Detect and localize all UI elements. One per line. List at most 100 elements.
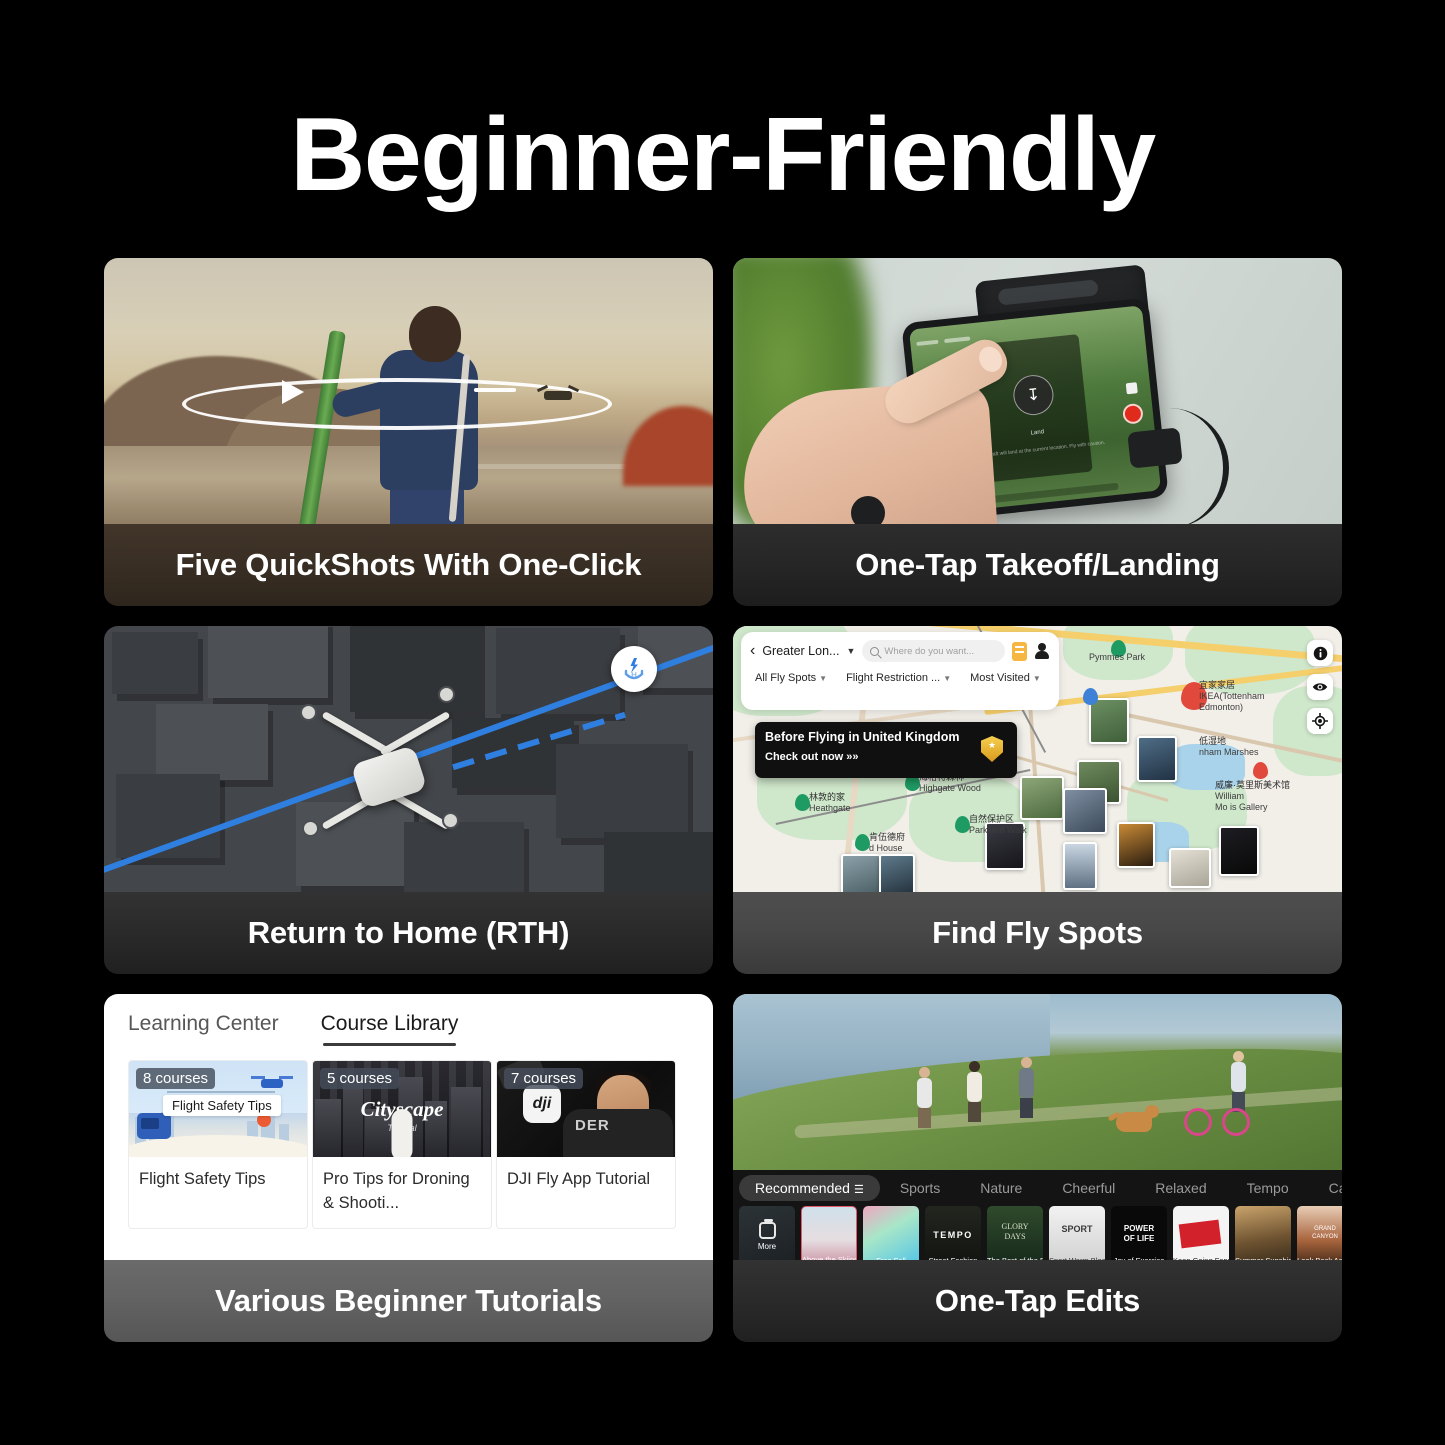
- learning-center-media: Learning Center Course Library 8 courses: [104, 994, 713, 1262]
- course-thumbnail: 7 courses dji: [497, 1061, 675, 1157]
- one-tap-edits-media: Recommended ☰ Sports Nature Cheerful Rela…: [733, 994, 1342, 1262]
- tent-shape: [623, 406, 713, 486]
- city-top-down-view: H: [104, 626, 713, 894]
- bicycle-figure: [1184, 1096, 1250, 1136]
- phone-scene: ↧ Land The aircraft will land at the cur…: [733, 258, 1342, 526]
- search-placeholder: Where do you want...: [884, 645, 975, 657]
- feature-card-find-fly-spots[interactable]: Pymmes Park 宜家家居 IKEA(Tottenham Edmonton) …: [733, 626, 1342, 974]
- callout-line: [167, 1091, 275, 1093]
- map-label-heathgate: 林敦的家 Heathgate: [809, 792, 851, 813]
- tab-cadent[interactable]: Cadent: [1309, 1175, 1342, 1201]
- tab-tempo[interactable]: Tempo: [1227, 1175, 1309, 1201]
- course-title: Pro Tips for Droning & Shooti...: [323, 1170, 470, 1212]
- template-category-tabs[interactable]: Recommended ☰ Sports Nature Cheerful Rela…: [733, 1170, 1342, 1206]
- map-canvas[interactable]: Pymmes Park 宜家家居 IKEA(Tottenham Edmonton) …: [733, 626, 1342, 894]
- learning-center-app[interactable]: Learning Center Course Library 8 courses: [104, 994, 713, 1262]
- learning-center-tabs[interactable]: Learning Center Course Library: [104, 994, 713, 1046]
- template-card[interactable]: GLORYDAYS The Best of the Days: [987, 1206, 1043, 1262]
- land-icon: ↧: [1025, 386, 1042, 405]
- tab-relaxed[interactable]: Relaxed: [1135, 1175, 1226, 1201]
- jar-icon: [758, 1219, 776, 1240]
- template-card[interactable]: Summer Sunshine: [1235, 1206, 1291, 1262]
- map-label-ikea: 宜家家居 IKEA(Tottenham Edmonton): [1199, 680, 1265, 712]
- template-card[interactable]: POWEROF LIFE Joy of Exercise: [1111, 1206, 1167, 1262]
- course-card[interactable]: 5 courses Cityscape Tutorial Pro Tips fo…: [312, 1060, 492, 1229]
- map-label-kenwood: 肯伍德府 d House: [869, 832, 906, 853]
- quickshots-media: [104, 258, 713, 526]
- course-card[interactable]: 7 courses dji DJI Fly App Tutorial: [496, 1060, 676, 1229]
- template-card[interactable]: GRANDCANYON Look Back Again: [1297, 1206, 1342, 1262]
- info-icon[interactable]: [1307, 640, 1333, 666]
- card-icon[interactable]: [1012, 641, 1027, 661]
- takeoff-landing-media: ↧ Land The aircraft will land at the cur…: [733, 258, 1342, 526]
- orbit-arrow-icon: [282, 380, 304, 404]
- template-card[interactable]: Keep Going Forward: [1173, 1206, 1229, 1262]
- filter-flight-restriction[interactable]: Flight Restriction ... ▼: [846, 672, 951, 684]
- template-rail[interactable]: More Above the Skiing Free Fall TEMPO TE…: [739, 1206, 1342, 1262]
- city-selector-label[interactable]: Greater Lon...: [762, 644, 839, 658]
- feature-card-quickshots[interactable]: Five QuickShots With One-Click: [104, 258, 713, 606]
- tab-recommended[interactable]: Recommended ☰: [739, 1175, 880, 1201]
- tab-cheerful[interactable]: Cheerful: [1042, 1175, 1135, 1201]
- template-card[interactable]: Above the Skiing: [801, 1206, 857, 1262]
- course-list[interactable]: 8 courses Flight Safety Tips Flight Safe…: [104, 1046, 713, 1229]
- template-card[interactable]: SPORT Sport Warm Blood: [1049, 1206, 1105, 1262]
- person-head: [409, 306, 461, 362]
- template-card[interactable]: Free Fall: [863, 1206, 919, 1262]
- person-figure: [967, 1061, 982, 1122]
- control-stick[interactable]: [851, 496, 885, 526]
- map-label-pymmes: Pymmes Park: [1089, 652, 1146, 662]
- controller-illustration-icon: [137, 1113, 171, 1139]
- tab-nature[interactable]: Nature: [960, 1175, 1042, 1201]
- banner-cta[interactable]: Check out now »»: [765, 751, 1007, 763]
- tab-course-library[interactable]: Course Library: [321, 1012, 458, 1046]
- locate-icon[interactable]: [1307, 708, 1333, 734]
- search-icon: [870, 646, 880, 656]
- flight-path-dash: [474, 388, 516, 392]
- beach-scene: [104, 258, 713, 526]
- feature-card-beginner-tutorials[interactable]: Learning Center Course Library 8 courses: [104, 994, 713, 1342]
- editor-app[interactable]: Recommended ☰ Sports Nature Cheerful Rela…: [733, 994, 1342, 1262]
- person-figure: [917, 1067, 932, 1128]
- feature-card-one-tap-edits[interactable]: Recommended ☰ Sports Nature Cheerful Rela…: [733, 994, 1342, 1342]
- svg-text:H: H: [631, 671, 637, 680]
- tab-sports[interactable]: Sports: [880, 1175, 960, 1201]
- more-templates-button[interactable]: More: [739, 1206, 795, 1262]
- controller-cable: [1165, 408, 1229, 526]
- eye-icon[interactable]: [1307, 674, 1333, 700]
- feature-card-takeoff-landing[interactable]: ↧ Land The aircraft will land at the cur…: [733, 258, 1342, 606]
- before-flying-banner[interactable]: Before Flying in United Kingdom Check ou…: [755, 722, 1017, 778]
- map-label-marshes: 低湿地 nham Marshes: [1199, 736, 1259, 757]
- chevron-down-icon[interactable]: ▼: [846, 646, 855, 656]
- fly-app-top-bar: [915, 318, 1055, 347]
- template-card[interactable]: TEMPO TEMPO Street Fashion: [925, 1206, 981, 1262]
- rth-badge-icon: H: [611, 646, 657, 692]
- user-icon[interactable]: [1034, 642, 1050, 660]
- card-caption-beginner-tutorials: Various Beginner Tutorials: [104, 1260, 713, 1342]
- course-thumbnail: 5 courses Cityscape Tutorial: [313, 1061, 491, 1157]
- feature-card-grid: Five QuickShots With One-Click ↧ Land Th…: [104, 258, 1342, 1342]
- drone-silhouette: [544, 391, 572, 400]
- photo-mode-button[interactable]: [1125, 382, 1138, 395]
- map-label-gallery: 威廉·莫里斯美术馆 William Mo is Gallery: [1215, 780, 1290, 812]
- card-caption-find-fly-spots: Find Fly Spots: [733, 892, 1342, 974]
- person-figure: [1019, 1057, 1034, 1118]
- hero-photo: [733, 994, 1342, 1170]
- filter-all-fly-spots[interactable]: All Fly Spots ▼: [755, 672, 827, 684]
- search-input[interactable]: Where do you want...: [862, 640, 1005, 662]
- filter-most-visited[interactable]: Most Visited ▼: [970, 672, 1041, 684]
- dji-logo-icon: dji: [523, 1085, 561, 1123]
- tab-learning-center[interactable]: Learning Center: [128, 1012, 279, 1046]
- card-caption-quickshots: Five QuickShots With One-Click: [104, 524, 713, 606]
- back-icon[interactable]: ‹: [750, 643, 755, 659]
- course-badge: 5 courses: [320, 1068, 400, 1089]
- map-search-panel[interactable]: ‹ Greater Lon... ▼ Where do you want...: [741, 632, 1059, 710]
- map-controls[interactable]: [1307, 640, 1333, 734]
- course-thumbnail: 8 courses Flight Safety Tips: [129, 1061, 307, 1157]
- page-title: Beginner-Friendly: [290, 97, 1156, 213]
- record-button[interactable]: [1121, 402, 1144, 425]
- feature-card-return-to-home[interactable]: H Return to Home (RTH): [104, 626, 713, 974]
- map-label-parkland: 自然保护区 Parkland Walk: [969, 814, 1027, 835]
- course-card[interactable]: 8 courses Flight Safety Tips Flight Safe…: [128, 1060, 308, 1229]
- page-root: Beginner-Friendly Five QuickShots With O…: [0, 0, 1445, 1445]
